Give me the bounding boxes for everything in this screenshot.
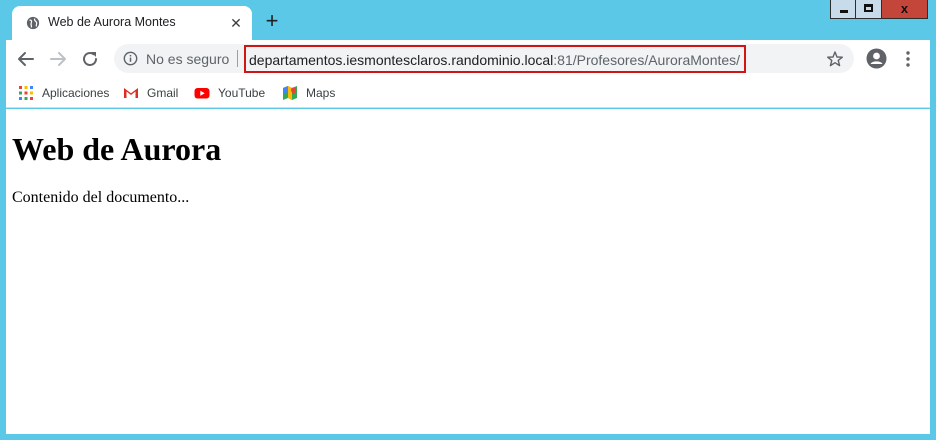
divider [237, 50, 238, 67]
bookmark-label: Aplicaciones [42, 86, 110, 100]
security-label[interactable]: No es seguro [146, 51, 229, 67]
browser-toolbar: No es seguro departamentos.iesmontesclar… [6, 40, 930, 78]
url-text[interactable]: departamentos.iesmontesclaros.randominio… [249, 52, 740, 68]
bookmarks-bar: Aplicaciones Gmail YouTube Maps [6, 78, 930, 108]
menu-kebab-icon[interactable] [902, 50, 914, 68]
account-avatar-icon[interactable] [866, 48, 887, 69]
bookmark-maps[interactable]: Maps [282, 83, 335, 103]
reload-icon[interactable] [79, 48, 101, 70]
maps-icon [283, 86, 297, 100]
bookmark-label: Maps [306, 86, 336, 100]
window-controls: x [830, 0, 928, 19]
page-body-text: Contenido del documento... [12, 189, 190, 206]
bookmark-star-icon[interactable] [826, 50, 844, 68]
back-arrow-icon[interactable] [15, 48, 37, 70]
info-icon[interactable] [123, 51, 138, 66]
new-tab-button[interactable]: + [262, 10, 282, 32]
maximize-button[interactable] [856, 0, 882, 19]
minimize-icon [840, 10, 848, 13]
url-highlight-box[interactable]: departamentos.iesmontesclaros.randominio… [244, 45, 746, 73]
window-close-button[interactable]: x [882, 0, 928, 19]
gmail-icon [124, 88, 138, 98]
bookmark-youtube[interactable]: YouTube [194, 83, 265, 103]
title-bar: Web de Aurora Montes ✕ + x [0, 0, 936, 40]
bookmark-gmail[interactable]: Gmail [123, 83, 178, 103]
bookmark-apps[interactable]: Aplicaciones [18, 83, 109, 103]
forward-arrow-icon[interactable] [47, 48, 69, 70]
page-heading: Web de Aurora [12, 131, 222, 167]
url-path: :81/Profesores/AuroraMontes/ [553, 52, 741, 68]
minimize-button[interactable] [830, 0, 856, 19]
youtube-icon [194, 88, 210, 99]
maximize-icon [864, 4, 873, 12]
page-content: Web de Aurora Contenido del documento... [6, 109, 930, 434]
tab-active[interactable]: Web de Aurora Montes ✕ [12, 6, 252, 40]
tab-close-icon[interactable]: ✕ [229, 16, 243, 30]
close-icon: x [900, 1, 909, 16]
tab-title: Web de Aurora Montes [48, 15, 176, 29]
bookmark-label: Gmail [147, 86, 179, 100]
url-host: departamentos.iesmontesclaros.randominio… [249, 52, 554, 68]
globe-icon [26, 16, 40, 30]
bookmark-label: YouTube [218, 86, 266, 100]
apps-grid-icon [19, 86, 33, 100]
address-bar[interactable]: No es seguro departamentos.iesmontesclar… [114, 44, 854, 73]
